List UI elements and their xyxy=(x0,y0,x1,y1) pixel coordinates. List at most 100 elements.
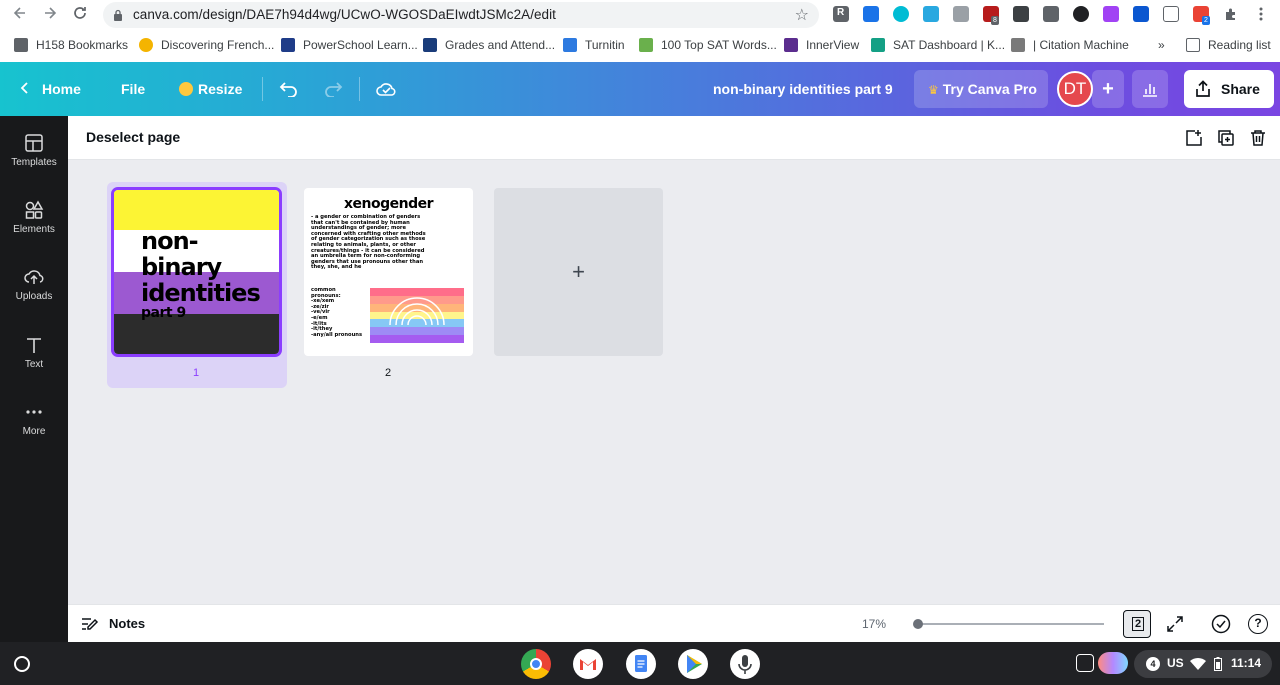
zoom-slider-handle[interactable] xyxy=(913,619,923,629)
uploads-icon xyxy=(24,270,44,284)
zoom-slider-track[interactable] xyxy=(919,623,1104,625)
sidebar-item-elements[interactable]: Elements xyxy=(0,200,68,260)
extension-download-icon[interactable] xyxy=(863,6,879,22)
system-tray[interactable]: 4 US 11:14 xyxy=(1076,650,1272,678)
chevron-left-icon xyxy=(20,82,28,94)
recorder-app-icon[interactable] xyxy=(730,649,760,679)
insights-button[interactable] xyxy=(1132,70,1168,108)
lock-icon xyxy=(114,9,122,21)
play-store-app-icon[interactable] xyxy=(678,649,708,679)
file-menu-button[interactable]: File xyxy=(121,62,145,116)
bookmark-item[interactable]: H158 Bookmarks xyxy=(14,37,128,53)
sidebar-item-label: More xyxy=(22,426,46,437)
sidebar-item-uploads[interactable]: Uploads xyxy=(0,267,68,327)
keyboard-layout: US xyxy=(1167,656,1184,670)
reading-list-icon xyxy=(1186,38,1200,52)
templates-icon xyxy=(25,134,43,152)
extension-ring-icon[interactable] xyxy=(893,6,909,22)
gmail-app-icon[interactable] xyxy=(573,649,603,679)
docs-app-icon[interactable] xyxy=(626,649,656,679)
launcher-icon[interactable] xyxy=(14,656,30,672)
crown-icon: ♛ xyxy=(928,83,939,97)
url-text: canva.com/design/DAE7h94d4wg/UCwO-WGOSDa… xyxy=(133,7,556,22)
help-button[interactable]: ? xyxy=(1248,614,1268,634)
left-sidebar: Templates Elements Uploads Text More xyxy=(0,116,68,642)
back-button[interactable] xyxy=(10,5,30,25)
extension-cp-icon[interactable] xyxy=(1073,6,1089,22)
resize-button[interactable]: Resize xyxy=(179,62,242,116)
sidebar-item-more[interactable]: More xyxy=(0,402,68,462)
bookmark-favicon xyxy=(871,38,885,52)
extension-google-icon[interactable]: 2 xyxy=(1193,6,1210,25)
bookmark-label: PowerSchool Learn... xyxy=(303,38,418,52)
save-status-button[interactable] xyxy=(375,62,397,116)
extension-puzzle-purple-icon[interactable] xyxy=(1103,6,1119,22)
page1-title-line: non- xyxy=(141,227,199,255)
extension-cloud-icon[interactable] xyxy=(923,6,939,22)
address-bar[interactable]: canva.com/design/DAE7h94d4wg/UCwO-WGOSDa… xyxy=(103,2,819,28)
reading-list-button[interactable]: Reading list xyxy=(1186,37,1271,53)
redo-button[interactable] xyxy=(323,62,343,116)
more-bookmarks-button[interactable]: » xyxy=(1158,37,1165,53)
bookmark-favicon xyxy=(563,38,577,52)
design-title[interactable]: non-binary identities part 9 xyxy=(713,62,893,116)
extensions-puzzle-icon[interactable] xyxy=(1223,6,1239,22)
fullscreen-icon[interactable] xyxy=(1167,616,1183,632)
bookmark-item[interactable]: Turnitin xyxy=(563,37,625,53)
chrome-app-icon[interactable] xyxy=(521,649,551,679)
notes-button[interactable]: Notes xyxy=(109,616,145,631)
header-divider xyxy=(262,77,263,101)
add-page-button[interactable]: + xyxy=(494,188,663,356)
bookmark-item[interactable]: Discovering French... xyxy=(139,37,274,53)
page1-title-line: binary xyxy=(141,253,222,281)
bookmark-item[interactable]: PowerSchool Learn... xyxy=(281,37,418,53)
add-collaborator-button[interactable]: + xyxy=(1092,70,1124,108)
page-thumbnail-1[interactable]: non- binary identities part 9 xyxy=(111,187,282,357)
notification-avatars[interactable] xyxy=(1098,652,1128,674)
bookmark-item[interactable]: SAT Dashboard | K... xyxy=(871,37,1005,53)
chrome-menu-icon[interactable] xyxy=(1253,6,1269,22)
bookmark-star-icon[interactable]: ☆ xyxy=(795,5,809,25)
zoom-percent[interactable]: 17% xyxy=(862,617,886,631)
extension-r-icon[interactable]: R xyxy=(833,6,849,22)
extension-shield-icon[interactable]: 8 xyxy=(983,6,999,25)
bookmarks-bar: H158 Bookmarks Discovering French... Pow… xyxy=(0,32,1280,58)
home-button[interactable]: Home xyxy=(20,62,81,116)
sidebar-item-text[interactable]: Text xyxy=(0,335,68,395)
extension-copy-icon[interactable] xyxy=(953,6,969,22)
user-avatar[interactable]: DT xyxy=(1057,71,1093,107)
undo-button[interactable] xyxy=(279,62,299,116)
deselect-page-button[interactable]: Deselect page xyxy=(86,129,180,145)
try-canva-pro-button[interactable]: ♛ Try Canva Pro xyxy=(914,70,1048,108)
page-thumbnail-2[interactable]: xenogender - a gender or combination of … xyxy=(304,188,473,356)
extension-square-icon[interactable] xyxy=(1043,6,1059,22)
share-upload-icon xyxy=(1196,80,1210,97)
bottom-bar: Notes 17% 2 ? xyxy=(68,604,1280,642)
bookmark-label: | Citation Machine xyxy=(1033,38,1129,52)
share-button[interactable]: Share xyxy=(1184,70,1274,108)
reload-button[interactable] xyxy=(70,5,90,25)
avatar-initials: DT xyxy=(1063,79,1087,98)
bookmark-item[interactable]: 100 Top SAT Words... xyxy=(639,37,777,53)
check-circle-icon[interactable] xyxy=(1211,614,1231,634)
design-title-text: non-binary identities part 9 xyxy=(713,81,893,97)
more-icon xyxy=(26,410,42,414)
screen-capture-icon[interactable] xyxy=(1076,654,1094,672)
bookmark-item[interactable]: Grades and Attend... xyxy=(423,37,555,53)
trash-icon[interactable] xyxy=(1249,129,1267,147)
page1-title-line: identities xyxy=(141,279,261,307)
notification-count: 4 xyxy=(1146,657,1160,671)
file-label: File xyxy=(121,81,146,97)
extension-house-icon[interactable] xyxy=(1013,6,1029,22)
notes-icon[interactable] xyxy=(81,616,99,632)
forward-arrow-icon xyxy=(45,7,57,19)
grid-view-button[interactable]: 2 xyxy=(1123,610,1151,638)
extension-grid-icon[interactable] xyxy=(1163,6,1179,22)
add-page-icon[interactable] xyxy=(1185,129,1203,147)
forward-button[interactable] xyxy=(40,5,60,25)
sidebar-item-templates[interactable]: Templates xyxy=(0,133,68,193)
duplicate-page-icon[interactable] xyxy=(1217,129,1235,147)
bookmark-item[interactable]: InnerView xyxy=(784,37,859,53)
extension-pin-icon[interactable] xyxy=(1133,6,1149,22)
bookmark-item[interactable]: | Citation Machine xyxy=(1011,37,1129,53)
